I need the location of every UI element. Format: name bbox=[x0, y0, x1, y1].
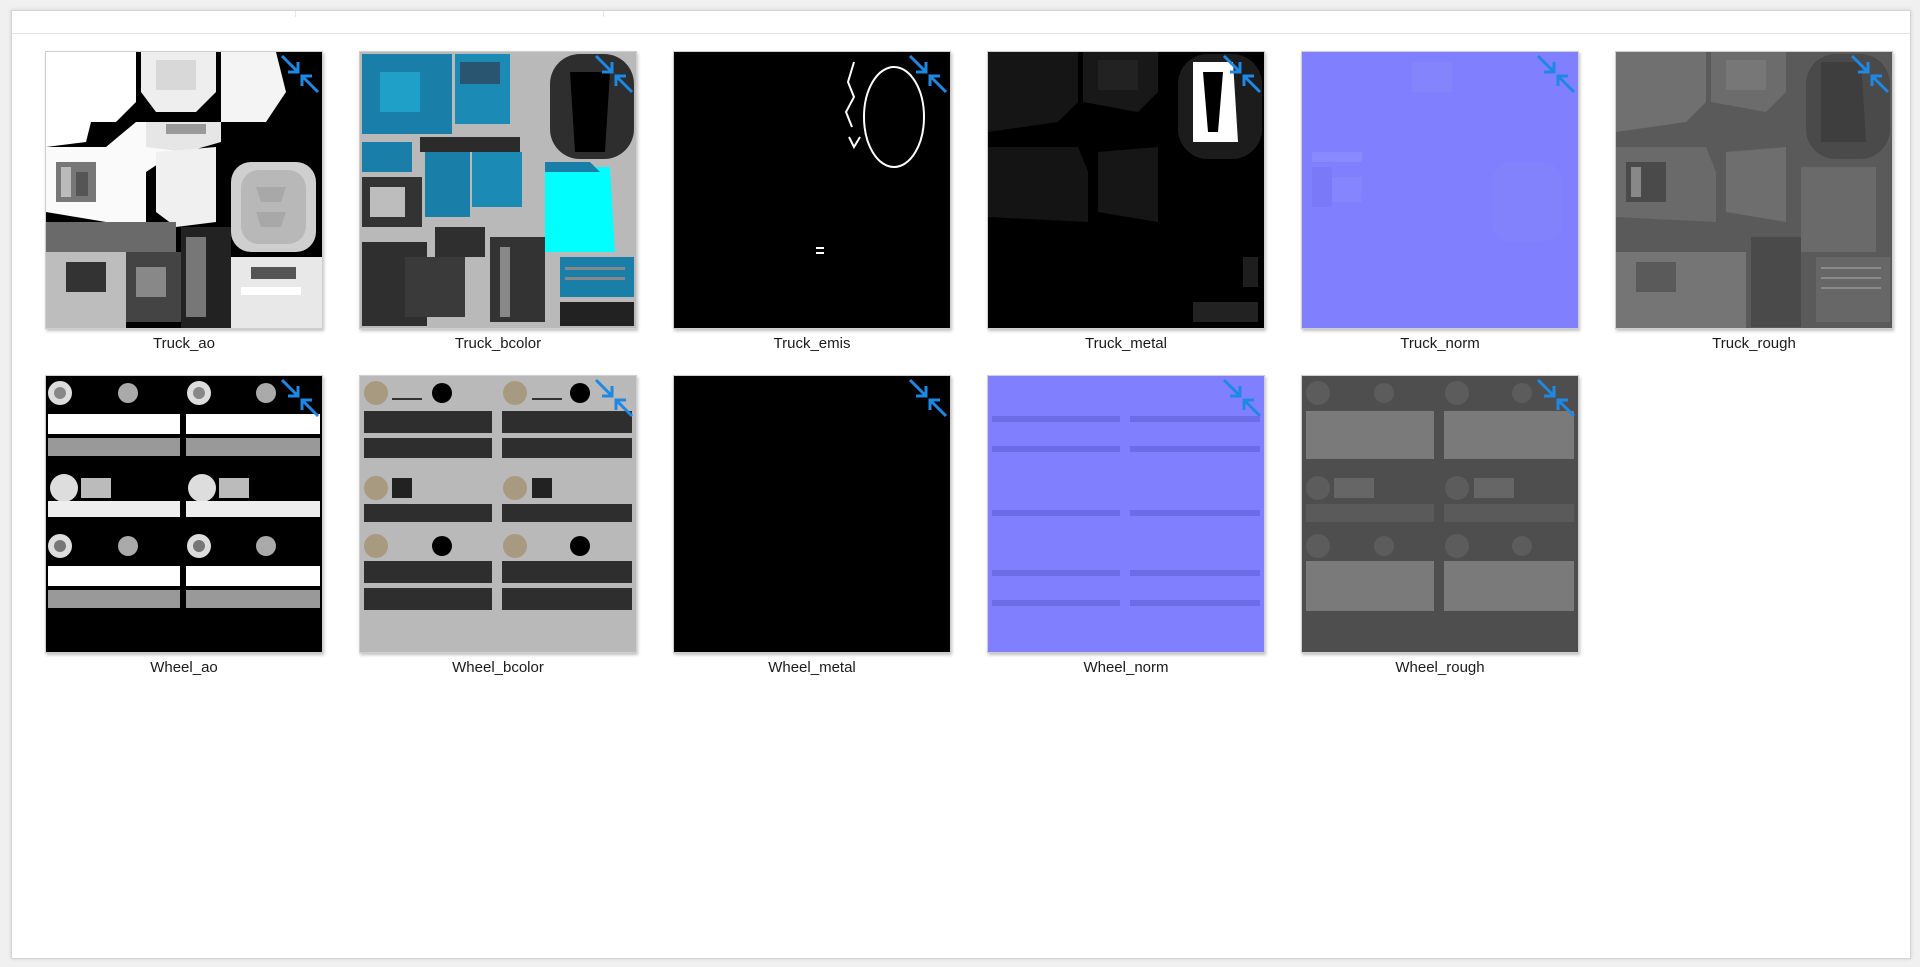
thumbnail-truck-emis bbox=[673, 51, 951, 329]
file-grid: Truck_ao Truck_bcolor Truck_emis Truck_m… bbox=[45, 51, 1893, 676]
thumbnail-wheel-bcolor bbox=[359, 375, 637, 653]
file-tile-truck-emis[interactable]: Truck_emis bbox=[673, 51, 951, 352]
compressed-arrows-icon bbox=[280, 378, 320, 418]
compressed-arrows-icon bbox=[1850, 54, 1890, 94]
file-tile-truck-bcolor[interactable]: Truck_bcolor bbox=[359, 51, 637, 352]
file-name: Truck_metal bbox=[1085, 335, 1167, 352]
file-tile-truck-metal[interactable]: Truck_metal bbox=[987, 51, 1265, 352]
column-separator[interactable] bbox=[603, 11, 604, 17]
file-tile-wheel-ao[interactable]: Wheel_ao bbox=[45, 375, 323, 676]
compressed-arrows-icon bbox=[1222, 54, 1262, 94]
compressed-arrows-icon bbox=[594, 378, 634, 418]
compressed-arrows-icon bbox=[594, 54, 634, 94]
file-tile-truck-norm[interactable]: Truck_norm bbox=[1301, 51, 1579, 352]
thumbnail-truck-metal bbox=[987, 51, 1265, 329]
compressed-arrows-icon bbox=[1222, 378, 1262, 418]
thumbnail-truck-norm bbox=[1301, 51, 1579, 329]
file-name: Wheel_ao bbox=[150, 659, 218, 676]
file-name: Truck_emis bbox=[773, 335, 851, 352]
thumbnail-truck-bcolor bbox=[359, 51, 637, 329]
file-name: Wheel_rough bbox=[1395, 659, 1485, 676]
file-tile-truck-ao[interactable]: Truck_ao bbox=[45, 51, 323, 352]
compressed-arrows-icon bbox=[908, 54, 948, 94]
file-tile-wheel-norm[interactable]: Wheel_norm bbox=[987, 375, 1265, 676]
thumbnail-truck-rough bbox=[1615, 51, 1893, 329]
file-name: Truck_norm bbox=[1400, 335, 1480, 352]
file-name: Truck_rough bbox=[1712, 335, 1796, 352]
compressed-arrows-icon bbox=[1536, 54, 1576, 94]
thumbnail-truck-ao bbox=[45, 51, 323, 329]
file-explorer-window: Truck_ao Truck_bcolor Truck_emis Truck_m… bbox=[11, 10, 1911, 959]
compressed-arrows-icon bbox=[1536, 378, 1576, 418]
file-name: Wheel_metal bbox=[768, 659, 856, 676]
file-name: Wheel_bcolor bbox=[452, 659, 544, 676]
thumbnail-wheel-ao bbox=[45, 375, 323, 653]
file-tile-wheel-metal[interactable]: Wheel_metal bbox=[673, 375, 951, 676]
column-separator[interactable] bbox=[295, 11, 296, 17]
thumbnail-wheel-metal bbox=[673, 375, 951, 653]
compressed-arrows-icon bbox=[908, 378, 948, 418]
file-name: Truck_ao bbox=[153, 335, 215, 352]
file-tile-truck-rough[interactable]: Truck_rough bbox=[1615, 51, 1893, 352]
file-name: Wheel_norm bbox=[1083, 659, 1169, 676]
file-tile-wheel-rough[interactable]: Wheel_rough bbox=[1301, 375, 1579, 676]
compressed-arrows-icon bbox=[280, 54, 320, 94]
file-name: Truck_bcolor bbox=[454, 335, 542, 352]
thumbnail-wheel-norm bbox=[987, 375, 1265, 653]
column-header-bar bbox=[12, 11, 1910, 34]
file-tile-wheel-bcolor[interactable]: Wheel_bcolor bbox=[359, 375, 637, 676]
thumbnail-wheel-rough bbox=[1301, 375, 1579, 653]
